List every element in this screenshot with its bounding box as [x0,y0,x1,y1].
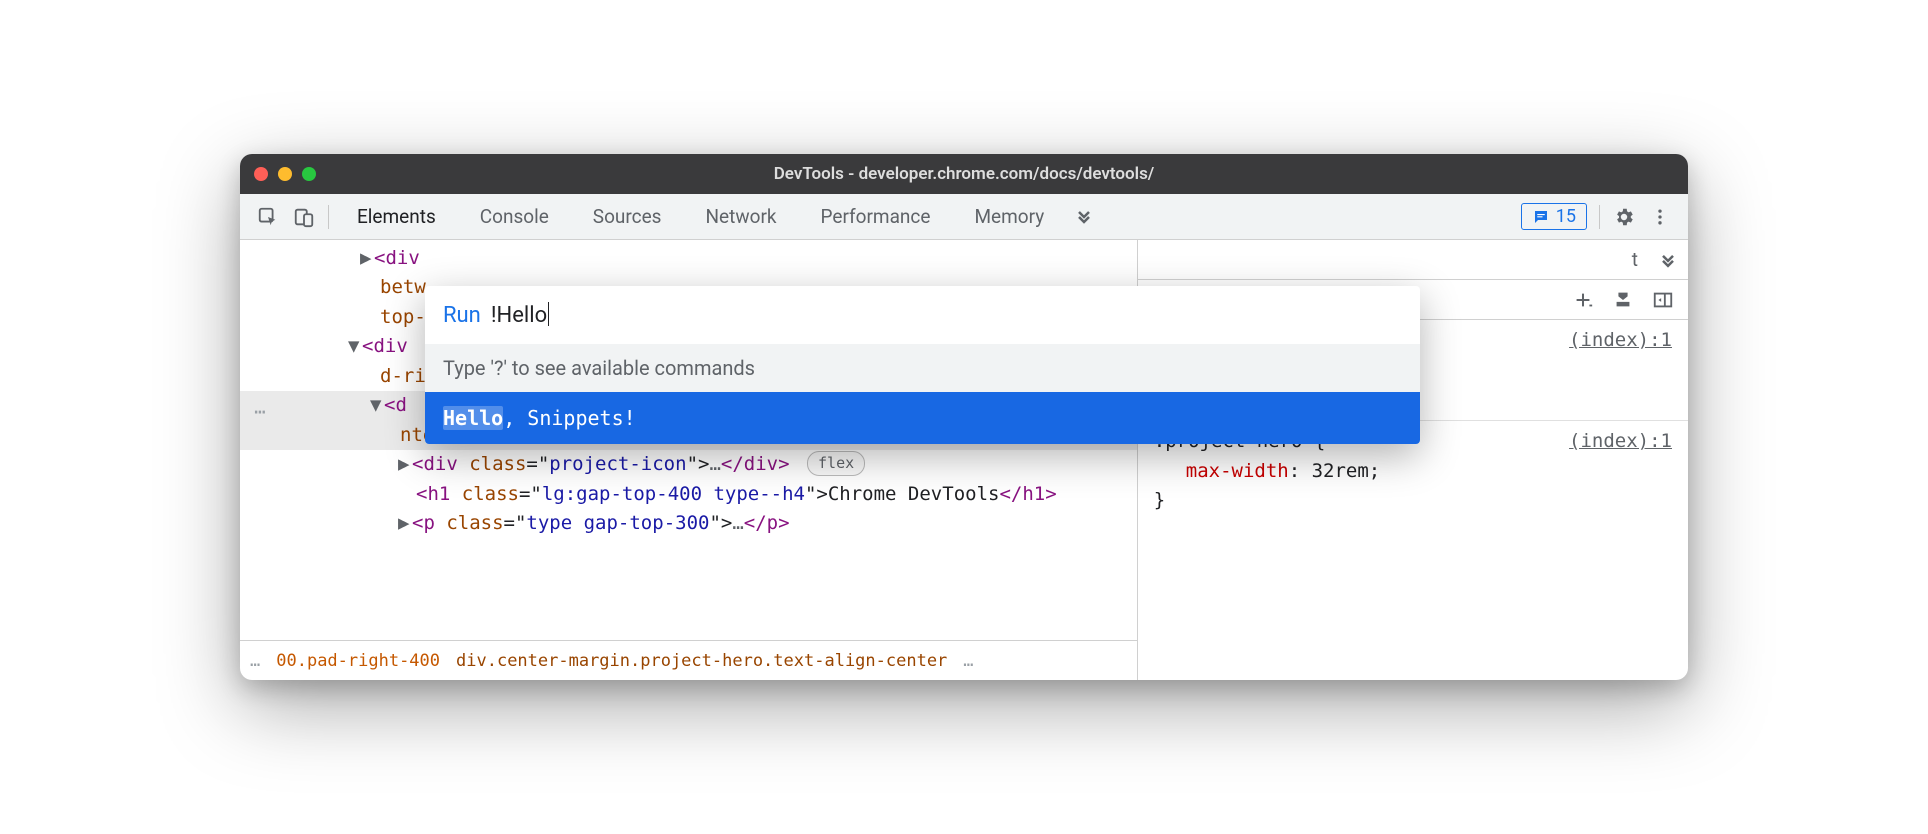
result-rest: , Snippets! [503,406,635,430]
tab-elements[interactable]: Elements [335,194,458,239]
console-messages-badge[interactable]: 15 [1521,203,1587,230]
content-area: ⋯ ▶<div betw top- ▼<div d-ri ▼<d [240,240,1688,680]
tab-performance[interactable]: Performance [799,194,953,239]
inspect-element-icon[interactable] [250,199,286,235]
source-file-link[interactable]: (index):1 [1569,427,1672,456]
command-query: !Hello [491,302,549,328]
kebab-menu-icon[interactable] [1642,199,1678,235]
tab-console-label: Console [480,205,549,228]
titlebar: DevTools - developer.chrome.com/docs/dev… [240,154,1688,194]
main-tabbar: Elements Console Sources Network Perform… [240,194,1688,240]
devtools-window: DevTools - developer.chrome.com/docs/dev… [240,154,1688,680]
tab-network[interactable]: Network [683,194,798,239]
command-result[interactable]: Hello, Snippets! [425,392,1420,444]
tabbar-divider [328,205,329,229]
toggle-common-rendering-icon[interactable] [1612,289,1634,311]
device-toolbar-icon[interactable] [286,199,322,235]
breadcrumb-ellipsis-left[interactable]: … [250,651,260,671]
dom-line[interactable]: <h1 class="lg:gap-top-400 type--h4">Chro… [240,480,1137,509]
dom-gutter: ⋯ [240,240,280,427]
maximize-window-button[interactable] [302,167,316,181]
breadcrumb[interactable]: … 00.pad-right-400 div.center-margin.pro… [240,640,1137,680]
message-count: 15 [1556,206,1576,227]
message-icon [1532,208,1550,226]
breadcrumb-ellipsis-right[interactable]: … [963,651,973,671]
minimize-window-button[interactable] [278,167,292,181]
breadcrumb-item[interactable]: 00.pad-right-400 [276,651,440,671]
result-highlight: Hello [443,406,503,430]
subtab-fragment[interactable]: t [1624,248,1646,271]
tab-memory[interactable]: Memory [952,194,1066,239]
dom-line[interactable]: ▶<div [240,244,1137,273]
flex-badge[interactable]: flex [807,451,865,476]
breadcrumb-item[interactable]: div.center-margin.project-hero.text-alig… [456,651,947,671]
more-subtabs-icon[interactable] [1658,242,1678,278]
tab-memory-label: Memory [974,205,1044,228]
command-input[interactable]: Run !Hello [425,286,1420,344]
command-hint: Type '?' to see available commands [425,344,1420,392]
command-prefix: Run [443,303,481,328]
tab-console[interactable]: Console [458,194,571,239]
traffic-lights [254,167,316,181]
close-window-button[interactable] [254,167,268,181]
styles-subtabs: t [1138,240,1688,280]
window-title: DevTools - developer.chrome.com/docs/dev… [240,164,1688,184]
toggle-sidebar-icon[interactable] [1652,289,1674,311]
more-tabs-icon[interactable] [1066,199,1102,235]
settings-icon[interactable] [1606,199,1642,235]
new-style-rule-icon[interactable] [1572,289,1594,311]
dom-line[interactable]: ▶<div class="project-icon">…</div> flex [240,450,1137,479]
command-palette: Run !Hello Type '?' to see available com… [425,286,1420,444]
tab-elements-label: Elements [357,205,436,228]
tab-performance-label: Performance [821,205,931,228]
tab-network-label: Network [705,205,776,228]
text-cursor [548,302,549,326]
dom-line[interactable]: ▶<p class="type gap-top-300">…</p> [240,509,1137,538]
tab-sources[interactable]: Sources [571,194,684,239]
tabbar-divider-2 [1599,205,1600,229]
source-file-link[interactable]: (index):1 [1569,326,1672,355]
tab-sources-label: Sources [593,205,662,228]
